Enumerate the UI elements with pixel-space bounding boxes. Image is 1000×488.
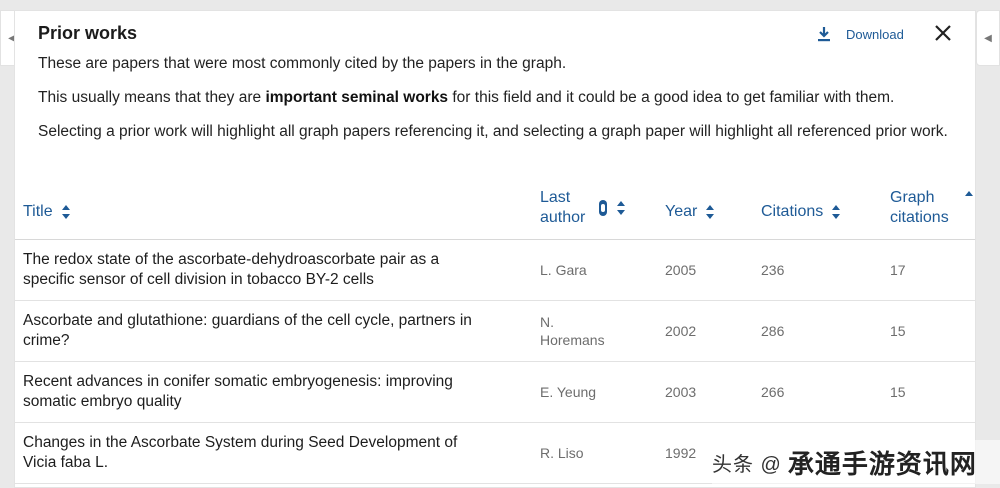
prior-works-panel: Prior works Download These are papers th…	[14, 10, 976, 488]
column-header-last-author[interactable]: Last author	[540, 188, 626, 228]
description-line-1: These are papers that were most commonly…	[38, 55, 567, 72]
sort-icon	[832, 205, 841, 219]
table-header: Title Last author Year Citations Graph c…	[15, 185, 975, 240]
close-icon[interactable]	[933, 23, 953, 43]
sort-icon	[617, 201, 625, 215]
graph-citations: 15	[890, 323, 906, 339]
watermark: 头条 @ 承通手游资讯网	[712, 440, 1000, 484]
sort-icon	[61, 205, 70, 219]
emphasis-text: important seminal works	[265, 89, 449, 106]
table-row[interactable]: The redox state of the ascorbate-dehydro…	[15, 240, 975, 301]
graph-citations: 15	[890, 384, 906, 400]
description-line-2: This usually means that they are importa…	[38, 89, 895, 106]
paper-title: Changes in the Ascorbate System during S…	[23, 434, 458, 471]
year: 2002	[665, 323, 697, 339]
citations: 236	[761, 262, 785, 278]
download-icon	[818, 27, 830, 42]
column-header-year[interactable]: Year	[665, 202, 715, 222]
right-collapse-tab[interactable]: ◀	[976, 10, 1000, 66]
paper-title: Ascorbate and glutathione: guardians of …	[23, 312, 472, 349]
year: 2003	[665, 384, 697, 400]
year: 1992	[665, 445, 697, 461]
column-header-title[interactable]: Title	[23, 202, 71, 222]
watermark-prefix: 头条 @	[712, 453, 782, 476]
citations: 286	[761, 323, 785, 339]
year: 2005	[665, 262, 697, 278]
graph-citations: 17	[890, 262, 906, 278]
download-label: Download	[846, 26, 904, 42]
last-author: L. Gara	[540, 262, 587, 278]
description-line-3: Selecting a prior work will highlight al…	[38, 123, 948, 140]
last-author: E. Yeung	[540, 384, 597, 400]
paper-title: The redox state of the ascorbate-dehydro…	[23, 251, 440, 288]
table-row[interactable]: Ascorbate and glutathione: guardians of …	[15, 301, 975, 362]
sort-ascending-icon	[965, 191, 973, 196]
watermark-text: 承通手游资讯网	[787, 448, 977, 479]
paper-title: Recent advances in conifer somatic embry…	[23, 373, 453, 410]
table-row[interactable]: Recent advances in conifer somatic embry…	[15, 362, 975, 423]
column-header-citations[interactable]: Citations	[761, 202, 841, 222]
column-header-graph-citations[interactable]: Graph citations	[890, 188, 974, 228]
citations: 266	[761, 384, 785, 400]
last-author: R. Liso	[540, 445, 584, 461]
sort-icon	[706, 205, 715, 219]
last-author: N. Horemans	[540, 314, 605, 348]
chevron-left-icon: ◀	[984, 32, 992, 44]
panel-title: Prior works	[38, 23, 138, 43]
toggle-icon	[599, 200, 607, 216]
download-button[interactable]: Download	[817, 26, 904, 42]
